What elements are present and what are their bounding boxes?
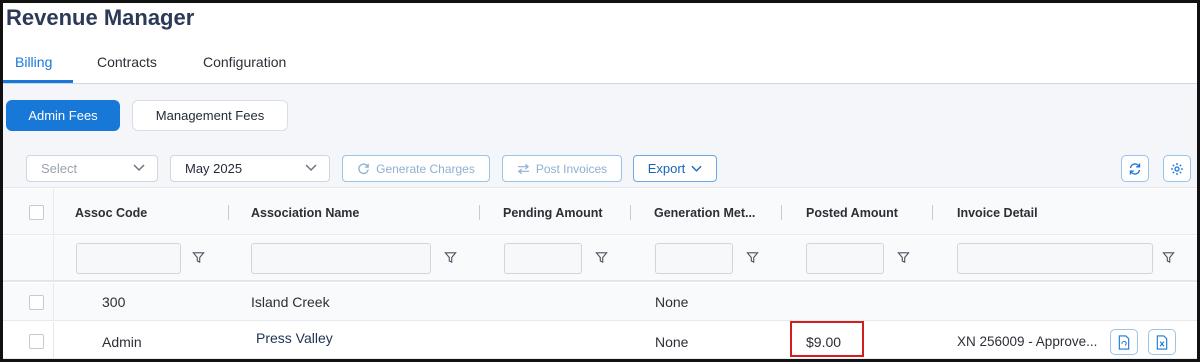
column-separator[interactable] — [228, 205, 229, 220]
association-name-link[interactable]: Press Valley — [256, 330, 333, 346]
view-pdf-button[interactable] — [1110, 329, 1138, 355]
excel-file-icon — [1156, 334, 1168, 350]
invoice-detail-cell: XN 256009 - Approve... — [957, 334, 1098, 349]
filter-icon[interactable] — [746, 251, 759, 264]
row-checkbox[interactable] — [29, 295, 44, 310]
refresh-button[interactable] — [1121, 155, 1149, 182]
assoc-code-cell: Admin — [102, 334, 142, 350]
column-header-posted-amount[interactable]: Posted Amount — [806, 206, 898, 220]
filter-icon[interactable] — [897, 251, 910, 264]
post-invoices-button[interactable]: Post Invoices — [502, 155, 622, 182]
column-header-pending-amount[interactable]: Pending Amount — [503, 206, 603, 220]
filter-icon[interactable] — [595, 251, 608, 264]
column-header-assoc-code[interactable]: Assoc Code — [75, 206, 147, 220]
view-excel-button[interactable] — [1148, 329, 1176, 355]
fee-type-bar: Admin Fees Management Fees — [3, 84, 1197, 148]
association-name-cell: Island Creek — [251, 294, 330, 310]
column-divider — [53, 283, 54, 320]
row-checkbox[interactable] — [29, 334, 44, 349]
assoc-select-placeholder: Select — [41, 161, 78, 176]
filter-icon[interactable] — [192, 251, 205, 264]
management-fees-button[interactable]: Management Fees — [132, 100, 288, 131]
generation-method-cell: None — [655, 334, 689, 350]
column-separator[interactable] — [479, 205, 480, 220]
chevron-down-icon — [691, 165, 702, 172]
table-row[interactable]: 300 Island Creek None — [3, 283, 1197, 321]
column-header-invoice-detail[interactable]: Invoice Detail — [957, 206, 1038, 220]
swap-icon — [517, 163, 529, 174]
grid-header: Assoc Code Association Name Pending Amou… — [3, 189, 1197, 235]
pdf-file-icon — [1118, 334, 1130, 350]
settings-button[interactable] — [1163, 155, 1191, 182]
filter-row — [3, 236, 1197, 282]
export-button[interactable]: Export — [633, 155, 717, 182]
invoice-detail-filter-input[interactable] — [957, 243, 1153, 274]
export-label: Export — [647, 161, 686, 176]
page-title: Revenue Manager — [6, 5, 195, 30]
filter-icon[interactable] — [444, 251, 457, 264]
post-invoices-label: Post Invoices — [535, 161, 608, 176]
tab-billing[interactable]: Billing — [15, 54, 52, 70]
column-header-association-name[interactable]: Association Name — [251, 206, 359, 220]
grid-toolbar: Select May 2025 Generate Charges Post In… — [3, 148, 1197, 188]
assoc-code-cell: 300 — [102, 294, 126, 310]
period-select[interactable]: May 2025 — [170, 155, 330, 182]
assoc-select[interactable]: Select — [26, 155, 158, 182]
generate-charges-button[interactable]: Generate Charges — [342, 155, 490, 182]
table-row[interactable]: Admin Press Valley None $9.00 XN 256009 … — [3, 322, 1197, 359]
column-divider — [53, 236, 54, 280]
refresh-icon — [1129, 162, 1141, 175]
active-tab-indicator — [3, 80, 73, 83]
column-separator[interactable] — [932, 205, 933, 220]
select-all-checkbox[interactable] — [29, 205, 44, 220]
tab-configuration[interactable]: Configuration — [203, 54, 286, 70]
main-tabs: Billing Contracts Configuration — [3, 48, 1197, 84]
assoc-code-filter-input[interactable] — [76, 243, 181, 274]
generate-charges-label: Generate Charges — [376, 161, 475, 176]
column-separator[interactable] — [630, 205, 631, 220]
chevron-down-icon — [133, 164, 145, 172]
refresh-icon — [358, 163, 369, 175]
tab-contracts[interactable]: Contracts — [97, 54, 157, 70]
column-divider — [53, 322, 54, 358]
pending-amount-filter-input[interactable] — [504, 243, 582, 274]
period-select-value: May 2025 — [185, 161, 243, 176]
posted-amount-filter-input[interactable] — [806, 243, 884, 274]
generation-method-filter-input[interactable] — [655, 243, 733, 274]
filter-icon[interactable] — [1162, 251, 1175, 264]
generation-method-cell: None — [655, 294, 689, 310]
column-divider — [53, 189, 54, 234]
column-header-generation-method[interactable]: Generation Met... — [654, 206, 755, 220]
association-name-filter-input[interactable] — [251, 243, 431, 274]
column-separator[interactable] — [781, 205, 782, 220]
admin-fees-button[interactable]: Admin Fees — [6, 100, 120, 131]
posted-amount-highlight-box — [790, 321, 864, 357]
gear-icon — [1171, 162, 1183, 175]
chevron-down-icon — [305, 164, 317, 172]
